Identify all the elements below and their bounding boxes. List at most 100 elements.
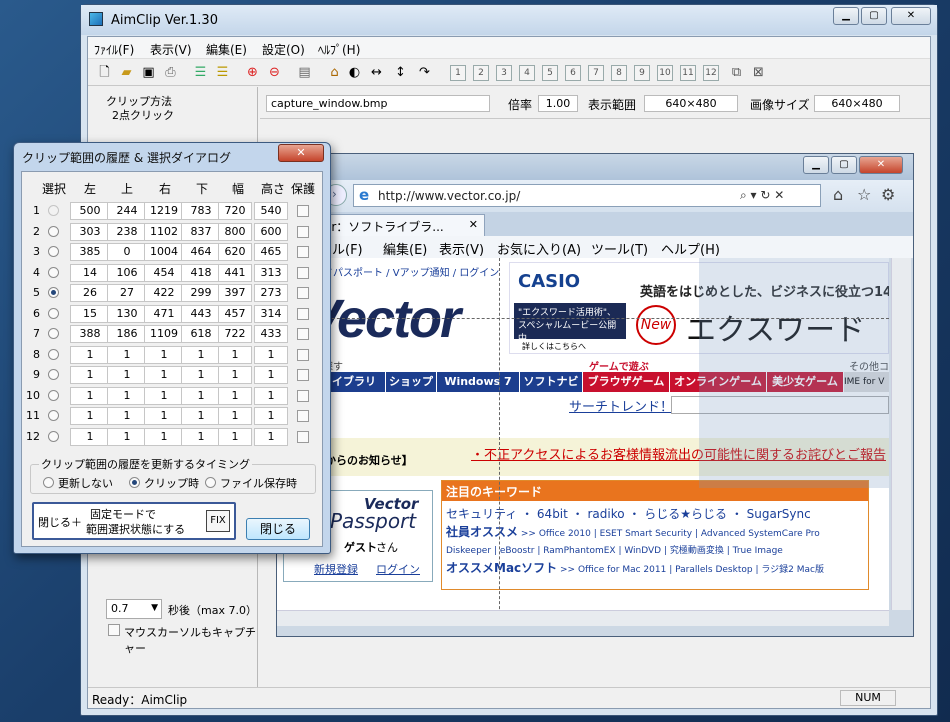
row-cell-t[interactable]: 238 [107,222,147,241]
row-protect-checkbox[interactable] [297,205,309,217]
window-icon[interactable]: ⧉ [728,64,745,81]
row-select-radio[interactable] [48,307,59,319]
row-cell-r[interactable]: 1 [144,345,184,364]
row-cell-h[interactable]: 273 [254,284,288,302]
row-cell-l[interactable]: 1 [70,407,110,425]
row-cell-t[interactable]: 27 [107,284,147,302]
moon-icon[interactable]: ◐ [346,64,363,81]
row-cell-b[interactable]: 1 [181,427,221,446]
row-cell-h[interactable]: 1 [254,345,288,364]
row-cell-h[interactable]: 1 [254,386,288,405]
menu-help[interactable]: ﾍﾙﾌﾟ(H) [318,41,360,58]
list2-icon[interactable]: ☰ [214,64,231,81]
row-cell-h[interactable]: 1 [254,366,288,384]
row-cell-w[interactable]: 441 [218,263,252,282]
timing-clip-radio[interactable] [129,477,140,488]
row-cell-w[interactable]: 720 [218,202,252,220]
row-cell-w[interactable]: 1 [218,345,252,364]
row-cell-r[interactable]: 471 [144,304,184,323]
row-cell-w[interactable]: 457 [218,304,252,323]
row-cell-l[interactable]: 303 [70,222,110,241]
row-cell-h[interactable]: 313 [254,263,288,282]
row-cell-b[interactable]: 418 [181,263,221,282]
row-cell-b[interactable]: 443 [181,304,221,323]
row-cell-l[interactable]: 1 [70,386,110,405]
main-title-bar[interactable]: AimClip Ver.1.30 ▁ ▢ ✕ [81,5,937,35]
row-cell-l[interactable]: 500 [70,202,110,220]
history-7-button[interactable]: 7 [588,65,604,81]
row-cell-r[interactable]: 454 [144,263,184,282]
row-cell-t[interactable]: 130 [107,304,147,323]
history-11-button[interactable]: 11 [680,65,696,81]
history-10-button[interactable]: 10 [657,65,673,81]
history-4-button[interactable]: 4 [519,65,535,81]
row-cell-h[interactable]: 600 [254,222,288,241]
row-cell-r[interactable]: 422 [144,284,184,302]
row-cell-b[interactable]: 1 [181,345,221,364]
save-icon[interactable]: ▣ [140,64,157,81]
row-cell-w[interactable]: 1 [218,407,252,425]
new-icon[interactable]: 🗋 [96,64,113,81]
row-protect-checkbox[interactable] [297,389,309,402]
row-protect-checkbox[interactable] [297,410,309,422]
row-cell-l[interactable]: 385 [70,243,110,261]
menu-settings[interactable]: 設定(O) [262,41,305,58]
capture-cursor-checkbox[interactable] [108,624,120,636]
row-cell-l[interactable]: 15 [70,304,110,323]
row-cell-w[interactable]: 620 [218,243,252,261]
row-select-radio[interactable] [48,389,59,401]
row-cell-l[interactable]: 26 [70,284,110,302]
row-cell-l[interactable]: 1 [70,345,110,364]
row-cell-b[interactable]: 1 [181,386,221,405]
row-cell-h[interactable]: 314 [254,304,288,323]
row-cell-t[interactable]: 0 [107,243,147,261]
row-cell-t[interactable]: 1 [107,345,147,364]
row-cell-b[interactable]: 299 [181,284,221,302]
history-1-button[interactable]: 1 [450,65,466,81]
row-cell-t[interactable]: 1 [107,427,147,446]
close-button[interactable]: ✕ [891,7,931,25]
row-select-radio[interactable] [48,205,59,216]
row-protect-checkbox[interactable] [297,266,309,279]
row-select-radio[interactable] [48,266,59,278]
row-protect-checkbox[interactable] [297,348,309,361]
row-cell-w[interactable]: 722 [218,325,252,343]
row-cell-b[interactable]: 783 [181,202,221,220]
list-icon[interactable]: ☰ [192,64,209,81]
dialog-close-button[interactable]: ✕ [278,144,324,162]
history-5-button[interactable]: 5 [542,65,558,81]
row-cell-r[interactable]: 1 [144,427,184,446]
home-icon[interactable]: ⌂ [326,64,343,81]
history-6-button[interactable]: 6 [565,65,581,81]
row-cell-h[interactable]: 433 [254,325,288,343]
timing-none-radio[interactable] [43,477,54,488]
menu-view[interactable]: 表示(V) [150,41,192,58]
horizontal-arrow-icon[interactable]: ↔ [368,64,385,81]
row-cell-t[interactable]: 1 [107,386,147,405]
menu-edit[interactable]: 編集(E) [206,41,247,58]
rotate-icon[interactable]: ↷ [416,64,433,81]
row-cell-r[interactable]: 1102 [144,222,184,241]
row-cell-r[interactable]: 1109 [144,325,184,343]
row-cell-t[interactable]: 186 [107,325,147,343]
row-cell-l[interactable]: 1 [70,366,110,384]
minimize-button[interactable]: ▁ [833,7,859,25]
row-cell-t[interactable]: 1 [107,366,147,384]
row-protect-checkbox[interactable] [297,246,309,258]
zoom-in-icon[interactable]: ⊕ [244,64,261,81]
row-cell-w[interactable]: 397 [218,284,252,302]
fix-mode-button[interactable]: 閉じる＋ 固定モードで 範囲選択状態にする FIX [32,502,236,540]
row-cell-l[interactable]: 14 [70,263,110,282]
row-cell-h[interactable]: 465 [254,243,288,261]
row-cell-r[interactable]: 1 [144,386,184,405]
row-protect-checkbox[interactable] [297,328,309,340]
row-select-radio[interactable] [48,287,59,298]
row-select-radio[interactable] [48,430,59,442]
row-cell-t[interactable]: 106 [107,263,147,282]
row-cell-r[interactable]: 1 [144,407,184,425]
row-cell-b[interactable]: 618 [181,325,221,343]
history-2-button[interactable]: 2 [473,65,489,81]
row-cell-w[interactable]: 1 [218,366,252,384]
row-select-radio[interactable] [48,410,59,421]
row-cell-h[interactable]: 540 [254,202,288,220]
